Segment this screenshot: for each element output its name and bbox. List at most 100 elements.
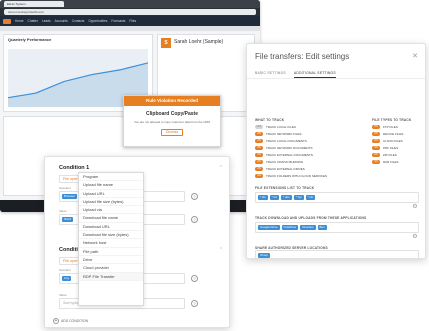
crm-nav-item[interactable]: Leads (42, 19, 51, 23)
toggle-switch[interactable]: ON (372, 131, 380, 136)
value-label: Value (59, 293, 67, 297)
browser-address-bar[interactable]: ekran.local/app/dashboard (4, 9, 256, 15)
contact-name[interactable]: Sarah Loehr (Sample) (174, 39, 223, 45)
toggle-switch[interactable]: ON (372, 138, 380, 143)
toggle-label: TRACK FOLDERS WITH CLOUD SERVICES (266, 173, 327, 178)
toggle-label: CLOUD FILES (383, 138, 403, 143)
chevron-up-icon[interactable]: ⌃ (219, 247, 223, 253)
track-external-documents-row: ON TRACK EXTERNAL DOCUMENTS (255, 152, 313, 157)
toggle-switch[interactable]: ON (255, 173, 263, 178)
browser-tab[interactable]: Ekran System (4, 1, 64, 7)
toggle-switch[interactable]: ON (372, 145, 380, 150)
violation-title: Clipboard Copy/Paste (146, 111, 198, 117)
toggle-label: TRACK NETWORK DOCUMENTS (266, 145, 313, 150)
location-chip[interactable]: \\Corp (258, 253, 271, 258)
cloud-files-row: ON CLOUD FILES (372, 138, 403, 143)
chevron-up-icon[interactable]: ⌃ (219, 165, 223, 171)
crm-nav-item[interactable]: Accounts (55, 19, 68, 23)
application-chip[interactable]: Box (317, 225, 327, 230)
close-icon[interactable]: ✕ (412, 52, 418, 60)
tab-basic-settings[interactable]: BASIC SETTINGS (255, 71, 286, 78)
toggle-label: PDF FILES (383, 145, 399, 150)
tab-additional-settings[interactable]: ADDITIONAL SETTINGS (293, 71, 336, 78)
value-chip[interactable]: Word (62, 217, 74, 222)
toggle-label: FTP FILES (383, 124, 398, 129)
crm-nav-item[interactable]: Opportunities (88, 19, 107, 23)
add-condition-label: ADD CONDITION (61, 319, 89, 323)
value-chip[interactable]: Any (62, 276, 72, 281)
toggle-switch[interactable]: ON (255, 145, 263, 150)
track-network-documents-row: ON TRACK NETWORK DOCUMENTS (255, 145, 313, 150)
toggle-label: ZIP FILES (383, 152, 397, 157)
dropdown-option[interactable]: Download file size (bytes) (79, 231, 143, 240)
toggle-switch[interactable]: ON (255, 166, 263, 171)
extension-chip[interactable]: *.xls (258, 195, 268, 200)
field-options-dropdown: Program Upload file name Upload URL Uplo… (78, 172, 144, 306)
extension-chip[interactable]: *.zip (293, 195, 304, 200)
crm-logo (3, 18, 11, 24)
download-apps-label: TRACK DOWNLOAD AND UPLOADS FROM THESE AP… (255, 216, 367, 220)
dropdown-option[interactable]: RDP File Transfer (79, 272, 143, 281)
toggle-switch[interactable]: ON (255, 131, 263, 136)
crm-nav-item[interactable]: Files (129, 19, 136, 23)
dropdown-option[interactable]: Download URL (79, 223, 143, 232)
crm-nav-item[interactable]: Forecasts (111, 19, 125, 23)
toggle-switch[interactable]: ON (255, 152, 263, 157)
dropdown-option[interactable]: Drive (79, 256, 143, 265)
dropdown-option[interactable]: Upload URL (79, 190, 143, 198)
toggle-switch[interactable]: ON (372, 159, 380, 164)
toggle-label: DEVICE FILES (383, 131, 404, 136)
add-condition-button[interactable]: + ADD CONDITION (53, 318, 88, 324)
track-network-files-row: ON TRACK NETWORK FILES (255, 131, 302, 136)
value-label: Value (59, 209, 67, 213)
value-chip[interactable]: Browser (62, 194, 78, 199)
dismiss-button[interactable]: Dismiss (161, 129, 183, 136)
gear-icon[interactable]: ⚙ (412, 234, 418, 240)
toggle-label: TRACK NETWORK FILES (266, 131, 302, 136)
toggle-label: TRACK LOCAL DOCUMENTS (266, 138, 307, 143)
device-files-row: ON DEVICE FILES (372, 131, 403, 136)
application-chip[interactable]: OneDrive (281, 225, 299, 230)
extension-chip[interactable]: *.rar (305, 195, 316, 200)
crm-nav-item[interactable]: Chatter (28, 19, 38, 23)
help-icon[interactable]: ? (191, 193, 198, 200)
help-icon[interactable]: ? (191, 275, 198, 282)
toggle-switch[interactable]: OFF (255, 124, 263, 129)
dropdown-option[interactable]: Download file name (79, 214, 143, 223)
what-to-track-label: WHAT TO TRACK (255, 118, 285, 122)
crm-subnav (0, 26, 260, 31)
gear-icon[interactable]: ⚙ (412, 204, 418, 210)
file-types-label: FILE TYPES TO TRACK (372, 118, 412, 122)
crm-nav-item[interactable]: Home (15, 19, 24, 23)
dropdown-option[interactable]: Program (79, 173, 143, 182)
dialog-title: File transfers: Edit settings (255, 52, 350, 61)
dropdown-option[interactable]: Upload via (79, 206, 143, 215)
operator-label: Operator (59, 268, 71, 272)
dropdown-option[interactable]: Network host (79, 239, 143, 248)
toggle-switch[interactable]: ON (372, 124, 380, 129)
dropdown-option[interactable]: Upload file size (bytes) (79, 198, 143, 207)
extension-chip[interactable]: *.doc (280, 195, 292, 200)
dropdown-option[interactable]: Cloud provider (79, 264, 143, 273)
help-icon[interactable]: ? (191, 216, 198, 223)
toggle-switch[interactable]: ON (372, 152, 380, 157)
performance-title: Quarterly Performance (8, 37, 52, 42)
settings-tabs: BASIC SETTINGS ADDITIONAL SETTINGS (255, 71, 336, 78)
help-icon[interactable]: ? (191, 300, 198, 307)
application-chip[interactable]: Google Drive (258, 225, 280, 230)
condition-1-title: Condition 1 (59, 165, 90, 171)
extension-chip[interactable]: *.txt (269, 195, 279, 200)
rar-files-row: ON RAR FILES (372, 159, 399, 164)
dropdown-option[interactable]: File path (79, 248, 143, 256)
toggle-switch[interactable]: ON (255, 138, 263, 143)
applications-input[interactable]: Google Drive OneDrive Dropbox Box (255, 222, 419, 233)
toggle-switch[interactable]: ON (255, 159, 263, 164)
locations-input[interactable]: \\Corp (255, 250, 419, 258)
application-chip[interactable]: Dropbox (300, 225, 316, 230)
rule-violation-popup: Rule Violation Recorded Clipboard Copy/P… (123, 95, 221, 147)
crm-nav-item[interactable]: Contacts (72, 19, 85, 23)
dropdown-option[interactable]: Upload file name (79, 181, 143, 190)
violation-message: You are not allowed to copy customer dat… (133, 120, 211, 124)
toggle-label: TRACK EXTERNAL DRIVES (266, 166, 305, 171)
extensions-input[interactable]: *.xls *.txt *.doc *.zip *.rar (255, 192, 419, 203)
